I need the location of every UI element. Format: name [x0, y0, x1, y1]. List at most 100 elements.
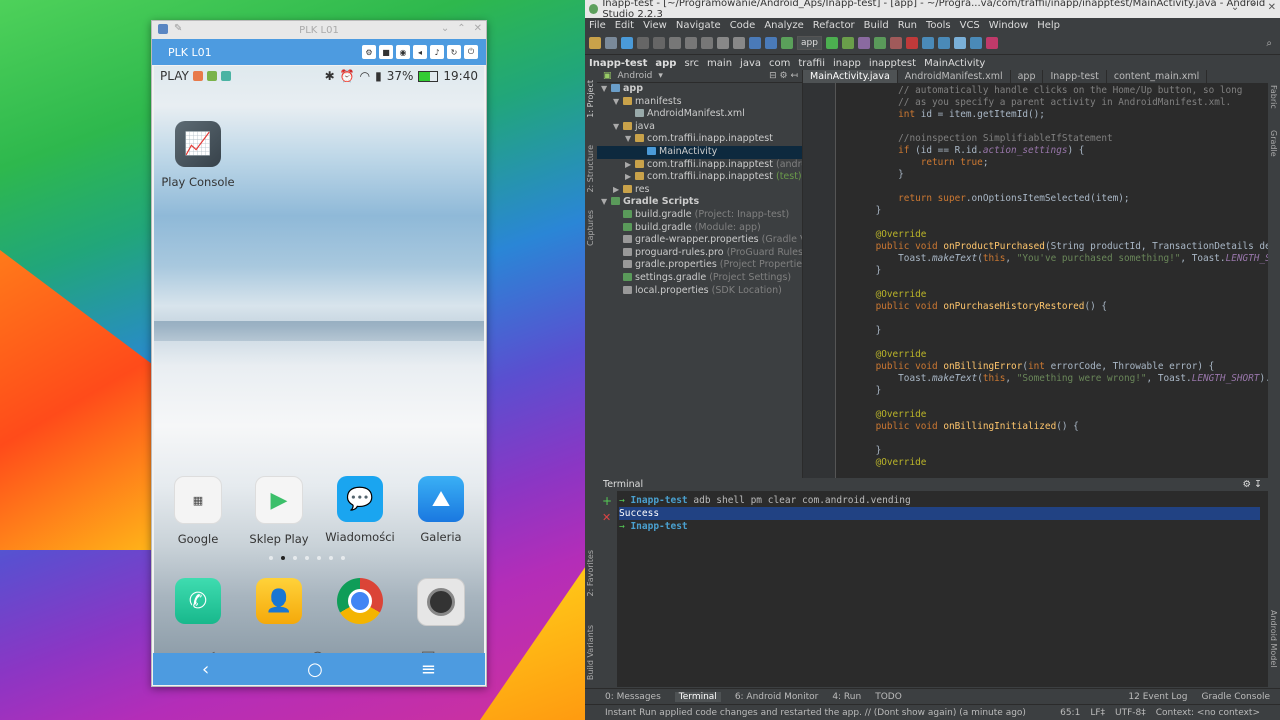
crumb[interactable]: com — [769, 58, 790, 69]
editor-gutter[interactable] — [803, 83, 836, 478]
tree-item[interactable]: build.gradle (Module: app) — [597, 222, 802, 235]
menu-file[interactable]: File — [589, 20, 606, 31]
copy-icon[interactable] — [685, 37, 697, 49]
tree-item[interactable]: gradle-wrapper.properties (Gradle Vers — [597, 234, 802, 247]
maximize-icon[interactable]: ⌃ — [457, 23, 465, 34]
menu-navigate[interactable]: Navigate — [676, 20, 721, 31]
tab-messages[interactable]: 0: Messages — [605, 692, 661, 702]
help-icon[interactable] — [969, 37, 982, 49]
stop-icon[interactable] — [905, 37, 918, 49]
settings-icon[interactable]: ⚙ ↧ — [1243, 478, 1263, 491]
open-icon[interactable] — [589, 37, 601, 49]
tree-item[interactable]: ▶ com.traffii.inapp.inapptest (androi — [597, 159, 802, 172]
app-google[interactable]: ▦ Google — [158, 476, 238, 546]
status-message[interactable]: Instant Run applied code changes and res… — [605, 708, 1026, 718]
pin-icon[interactable]: ✎ — [174, 23, 182, 34]
tab-terminal[interactable]: Terminal — [674, 691, 721, 702]
menu-window[interactable]: Window — [989, 20, 1028, 31]
file-encoding[interactable]: UTF-8‡ — [1115, 708, 1146, 718]
tree-item[interactable]: ▶ com.traffii.inapp.inapptest (test) — [597, 171, 802, 184]
tool-android-model[interactable]: Android Model — [1269, 610, 1278, 668]
volume-down-icon[interactable]: ◂ — [413, 45, 427, 59]
back-nav-icon[interactable] — [749, 37, 761, 49]
feedback-icon[interactable] — [985, 37, 998, 49]
menu-help[interactable]: Help — [1037, 20, 1060, 31]
tree-item[interactable]: ▶ res — [597, 184, 802, 197]
context-info[interactable]: Context: <no context> — [1156, 708, 1260, 718]
crumb[interactable]: src — [684, 58, 699, 69]
tree-item[interactable]: settings.gradle (Project Settings) — [597, 272, 802, 285]
tool-structure[interactable]: 2: Structure — [586, 145, 595, 193]
studio-titlebar[interactable]: Inapp-test - [~/Programowanie/Android_Ap… — [585, 0, 1280, 20]
new-session-icon[interactable]: + — [602, 494, 612, 508]
tree-item[interactable]: ▼ manifests — [597, 96, 802, 109]
sync-icon[interactable] — [621, 37, 633, 49]
tree-item[interactable]: ▼ app — [597, 83, 802, 96]
close-session-icon[interactable]: ✕ — [602, 511, 611, 524]
make-icon[interactable] — [781, 37, 793, 49]
menu-tools[interactable]: Tools — [926, 20, 951, 31]
cut-icon[interactable] — [669, 37, 681, 49]
menu-icon[interactable]: ≡ — [421, 659, 436, 680]
chevron-right-icon[interactable]: ▶ — [625, 171, 635, 184]
redo-icon[interactable] — [653, 37, 665, 49]
tab-inapp-test[interactable]: Inapp-test — [1043, 70, 1107, 83]
chevron-down-icon[interactable]: ▼ — [613, 96, 623, 109]
sdk-icon[interactable] — [937, 37, 950, 49]
volume-up-icon[interactable]: ♪ — [430, 45, 444, 59]
project-view-select[interactable]: Android — [618, 71, 653, 81]
tab-todo[interactable]: TODO — [875, 692, 902, 702]
tab-gradle-console[interactable]: Gradle Console — [1201, 692, 1270, 702]
tool-favorites[interactable]: 2: Favorites — [586, 550, 595, 596]
crumb[interactable]: MainActivity — [924, 58, 985, 69]
app-camera[interactable] — [401, 578, 481, 626]
menu-run[interactable]: Run — [898, 20, 917, 31]
crumb[interactable]: main — [707, 58, 732, 69]
tab-app[interactable]: app — [1011, 70, 1044, 83]
crumb[interactable]: inapp — [833, 58, 861, 69]
coverage-icon[interactable] — [873, 37, 886, 49]
profile-icon[interactable] — [857, 37, 870, 49]
cursor-position[interactable]: 65:1 — [1060, 708, 1080, 718]
app-chrome[interactable] — [320, 578, 400, 624]
back-icon[interactable]: ‹ — [202, 659, 209, 680]
tool-fabric[interactable]: Fabric — [1269, 85, 1278, 109]
minimize-icon[interactable]: ⌄ — [1231, 2, 1239, 13]
app-contacts[interactable]: 👤 — [239, 578, 319, 624]
camera-icon[interactable]: ◉ — [396, 45, 410, 59]
settings-icon[interactable]: ⚙ — [362, 45, 376, 59]
line-separator[interactable]: LF‡ — [1090, 708, 1105, 718]
terminal-output[interactable]: → Inapp-test adb shell pm clear com.andr… — [619, 494, 1260, 533]
chevron-down-icon[interactable]: ▼ — [625, 133, 635, 146]
run-icon[interactable] — [825, 37, 838, 49]
find-icon[interactable] — [717, 37, 729, 49]
code-editor[interactable]: MainActivity.java AndroidManifest.xml ap… — [803, 70, 1268, 478]
save-icon[interactable] — [605, 37, 617, 49]
tree-item[interactable]: ▼ java — [597, 121, 802, 134]
chevron-right-icon[interactable]: ▶ — [613, 184, 623, 197]
tool-build-variants[interactable]: Build Variants — [586, 625, 595, 680]
minimize-icon[interactable]: ⌄ — [441, 23, 449, 34]
tree-item[interactable]: MainActivity — [597, 145, 802, 159]
tree-item[interactable]: ▼ Gradle Scripts — [597, 196, 802, 209]
menu-analyze[interactable]: Analyze — [764, 20, 803, 31]
chevron-down-icon[interactable]: ▼ — [601, 83, 611, 96]
app-sklep-play[interactable]: ▶ Sklep Play — [239, 476, 319, 546]
tool-gradle[interactable]: Gradle — [1269, 130, 1278, 157]
chevron-down-icon[interactable]: ▼ — [613, 121, 623, 134]
menu-build[interactable]: Build — [864, 20, 889, 31]
crumb[interactable]: inapptest — [869, 58, 916, 69]
maximize-icon[interactable]: ⌃ — [1249, 2, 1257, 13]
close-icon[interactable]: ✕ — [1268, 2, 1276, 13]
tree-item[interactable]: build.gradle (Project: Inapp-test) — [597, 209, 802, 222]
tree-item[interactable]: ▼ com.traffii.inapp.inapptest — [597, 133, 802, 146]
chevron-down-icon[interactable]: ▼ — [601, 196, 611, 209]
tool-project[interactable]: 1: Project — [586, 80, 595, 118]
app-play-console[interactable]: 📈 Play Console — [158, 121, 238, 189]
record-icon[interactable]: ■ — [379, 45, 393, 59]
crumb[interactable]: java — [740, 58, 761, 69]
tab-event-log[interactable]: 12 Event Log — [1128, 692, 1187, 702]
chevron-down-icon[interactable]: ▾ — [658, 71, 663, 81]
crumb[interactable]: Inapp-test — [589, 58, 647, 69]
tree-item[interactable]: AndroidManifest.xml — [597, 108, 802, 121]
